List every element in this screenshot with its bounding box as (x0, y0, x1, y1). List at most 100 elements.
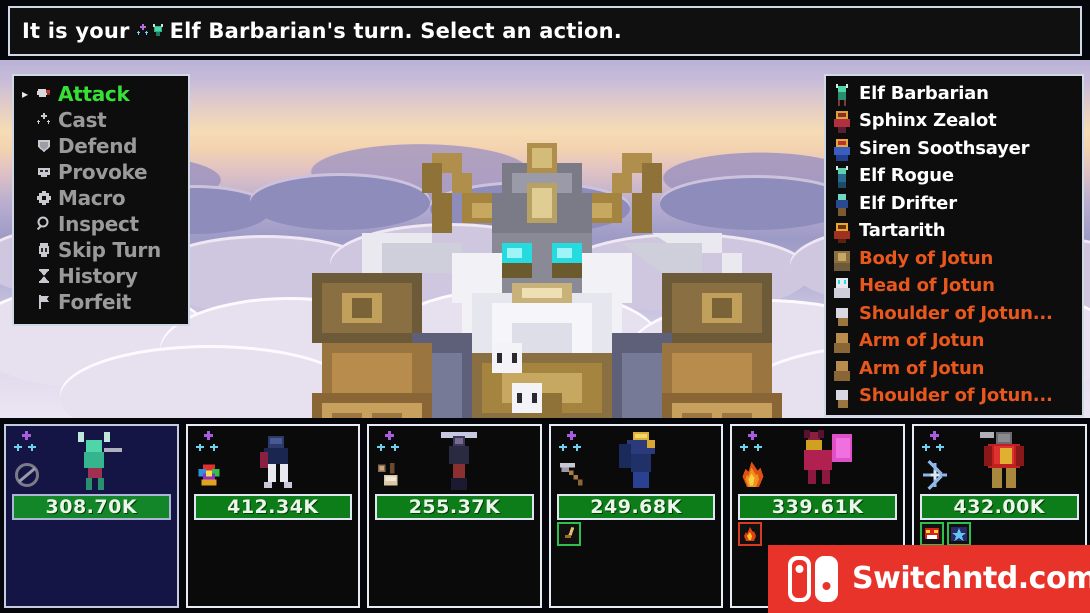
shoulder-of-jotun-portrait (832, 384, 852, 409)
elf-drifter-sprite (804, 430, 853, 484)
star-buff-icon[interactable] (946, 522, 971, 546)
turn-order-item[interactable]: Sphinx Zealot (832, 108, 1078, 136)
hp-bar: 412.34K (193, 494, 353, 520)
card-header (551, 426, 722, 494)
party-card-slot[interactable]: 412.34K (182, 420, 364, 613)
turn-order-name: Elf Barbarian (859, 82, 989, 104)
head-of-jotun-portrait (832, 274, 852, 299)
flame-icon (742, 461, 764, 487)
turn-order-item[interactable]: Elf Drifter (832, 190, 1078, 218)
turn-order-name: Shoulder of Jotun... (859, 385, 1053, 407)
turn-order-name: Arm of Jotun (859, 330, 985, 352)
turn-order-item[interactable]: Head of Jotun (832, 273, 1078, 301)
action-item-cast[interactable]: Cast (18, 107, 184, 133)
elf-barbarian-icon (152, 24, 163, 36)
party-card-siren-soothsayer[interactable]: 255.37K (367, 424, 542, 608)
action-item-defend[interactable]: Defend (18, 133, 184, 159)
turn-order-item[interactable]: Arm of Jotun (832, 355, 1078, 383)
party-card-elf-rogue[interactable]: 249.68K (548, 424, 724, 608)
turn-order-item[interactable]: Shoulder of Jotun... (832, 383, 1078, 411)
turn-order-item[interactable]: Tartarith (832, 218, 1078, 246)
action-label: Forfeit (58, 290, 132, 314)
hp-value: 255.37K (408, 495, 501, 518)
action-item-forfeit[interactable]: Forfeit (18, 289, 184, 315)
sparkle-icon (34, 110, 54, 130)
elf-barbarian-sprite (78, 432, 122, 490)
action-label: Macro (58, 186, 126, 210)
turn-order-item[interactable]: Shoulder of Jotun... (832, 300, 1078, 328)
taunt-icon (34, 162, 54, 182)
party-card-slot[interactable]: 308.70K (0, 420, 182, 613)
body-of-jotun-portrait (832, 247, 852, 271)
sword-buff-icon[interactable] (556, 522, 581, 546)
hp-bar: 432.00K (919, 494, 1079, 520)
party-card-slot[interactable]: 249.68K (545, 420, 727, 613)
rainbow-gem-icon (198, 464, 220, 486)
card-header (914, 426, 1085, 494)
party-card-sphinx-zealot[interactable]: 412.34K (185, 424, 361, 608)
turn-order-item[interactable]: Arm of Jotun (832, 328, 1078, 356)
shield-icon (34, 136, 54, 156)
turn-order-name: Arm of Jotun (859, 357, 985, 379)
turn-order-name: Siren Soothsayer (859, 137, 1030, 159)
action-item-provoke[interactable]: Provoke (18, 159, 184, 185)
action-label: History (58, 264, 138, 288)
turn-order-item[interactable]: Elf Rogue (832, 163, 1078, 191)
turn-unit-icons (136, 23, 165, 39)
turn-order-name: Elf Drifter (859, 192, 957, 214)
party-card-slot[interactable]: 255.37K (363, 420, 545, 613)
action-item-skip-turn[interactable]: Skip Turn (18, 237, 184, 263)
burn-debuff-icon[interactable] (738, 522, 763, 546)
turn-order-item[interactable]: Elf Barbarian (832, 80, 1078, 108)
ap-points-icon (921, 431, 944, 451)
elf-rogue-sprite (618, 432, 655, 488)
turn-unit-name: Elf Barbarian (169, 19, 327, 43)
buff-list (919, 522, 971, 546)
arm-of-jotun-portrait (832, 329, 852, 354)
action-menu[interactable]: ▸ Attack Cast Defend Provoke Macro Inspe… (12, 74, 190, 326)
turn-order-name: Head of Jotun (859, 275, 995, 297)
magnifier-icon (34, 214, 54, 234)
sparkle-icon (136, 24, 148, 35)
sword-icon (34, 84, 54, 104)
skip-icon (34, 240, 54, 260)
elf-rogue-portrait (832, 164, 852, 189)
hp-value: 412.34K (227, 495, 319, 518)
hp-value: 339.61K (771, 495, 864, 518)
ap-points-icon (14, 431, 36, 451)
ap-points-icon (377, 431, 400, 451)
no-repeat-icon (15, 463, 39, 487)
pickaxe-icon (559, 463, 583, 486)
elf-barbarian-portrait (832, 82, 852, 106)
turn-order-item[interactable]: Siren Soothsayer (832, 135, 1078, 163)
action-label: Inspect (58, 212, 139, 236)
turn-message-bar: It is your Elf Barbarian's turn. Select … (8, 6, 1082, 56)
action-label: Cast (58, 108, 107, 132)
turn-order-name: Body of Jotun (859, 247, 994, 269)
boss-sprite-jotun (312, 143, 782, 418)
turn-order-name: Sphinx Zealot (859, 110, 997, 132)
action-item-history[interactable]: History (18, 263, 184, 289)
turn-order-item[interactable]: Body of Jotun (832, 245, 1078, 273)
turn-order-name: Tartarith (859, 220, 946, 242)
rage-buff-icon[interactable] (919, 522, 944, 546)
watermark: Switchntd.com (768, 545, 1090, 613)
ap-points-icon (195, 431, 218, 451)
action-item-macro[interactable]: Macro (18, 185, 184, 211)
hp-bar: 255.37K (375, 494, 534, 520)
tartarith-portrait (832, 219, 852, 244)
shoulder-of-jotun-portrait (832, 302, 852, 326)
card-header (369, 426, 540, 494)
turn-message-suffix: Elf Barbarian's turn. Select an action. (170, 19, 622, 43)
gear-icon (34, 188, 54, 208)
arm-of-jotun-portrait (832, 357, 852, 381)
hp-value: 308.70K (45, 495, 138, 518)
action-label: Provoke (58, 160, 148, 184)
action-item-attack[interactable]: ▸ Attack (18, 81, 184, 107)
ap-points-icon (558, 431, 581, 451)
party-card-elf-barbarian[interactable]: 308.70K (4, 424, 179, 608)
hp-bar: 308.70K (12, 494, 171, 520)
elf-drifter-portrait (832, 192, 852, 216)
action-item-inspect[interactable]: Inspect (18, 211, 184, 237)
turn-order-panel[interactable]: Elf Barbarian Sphinx Zealot Siren Sooths… (824, 74, 1084, 417)
